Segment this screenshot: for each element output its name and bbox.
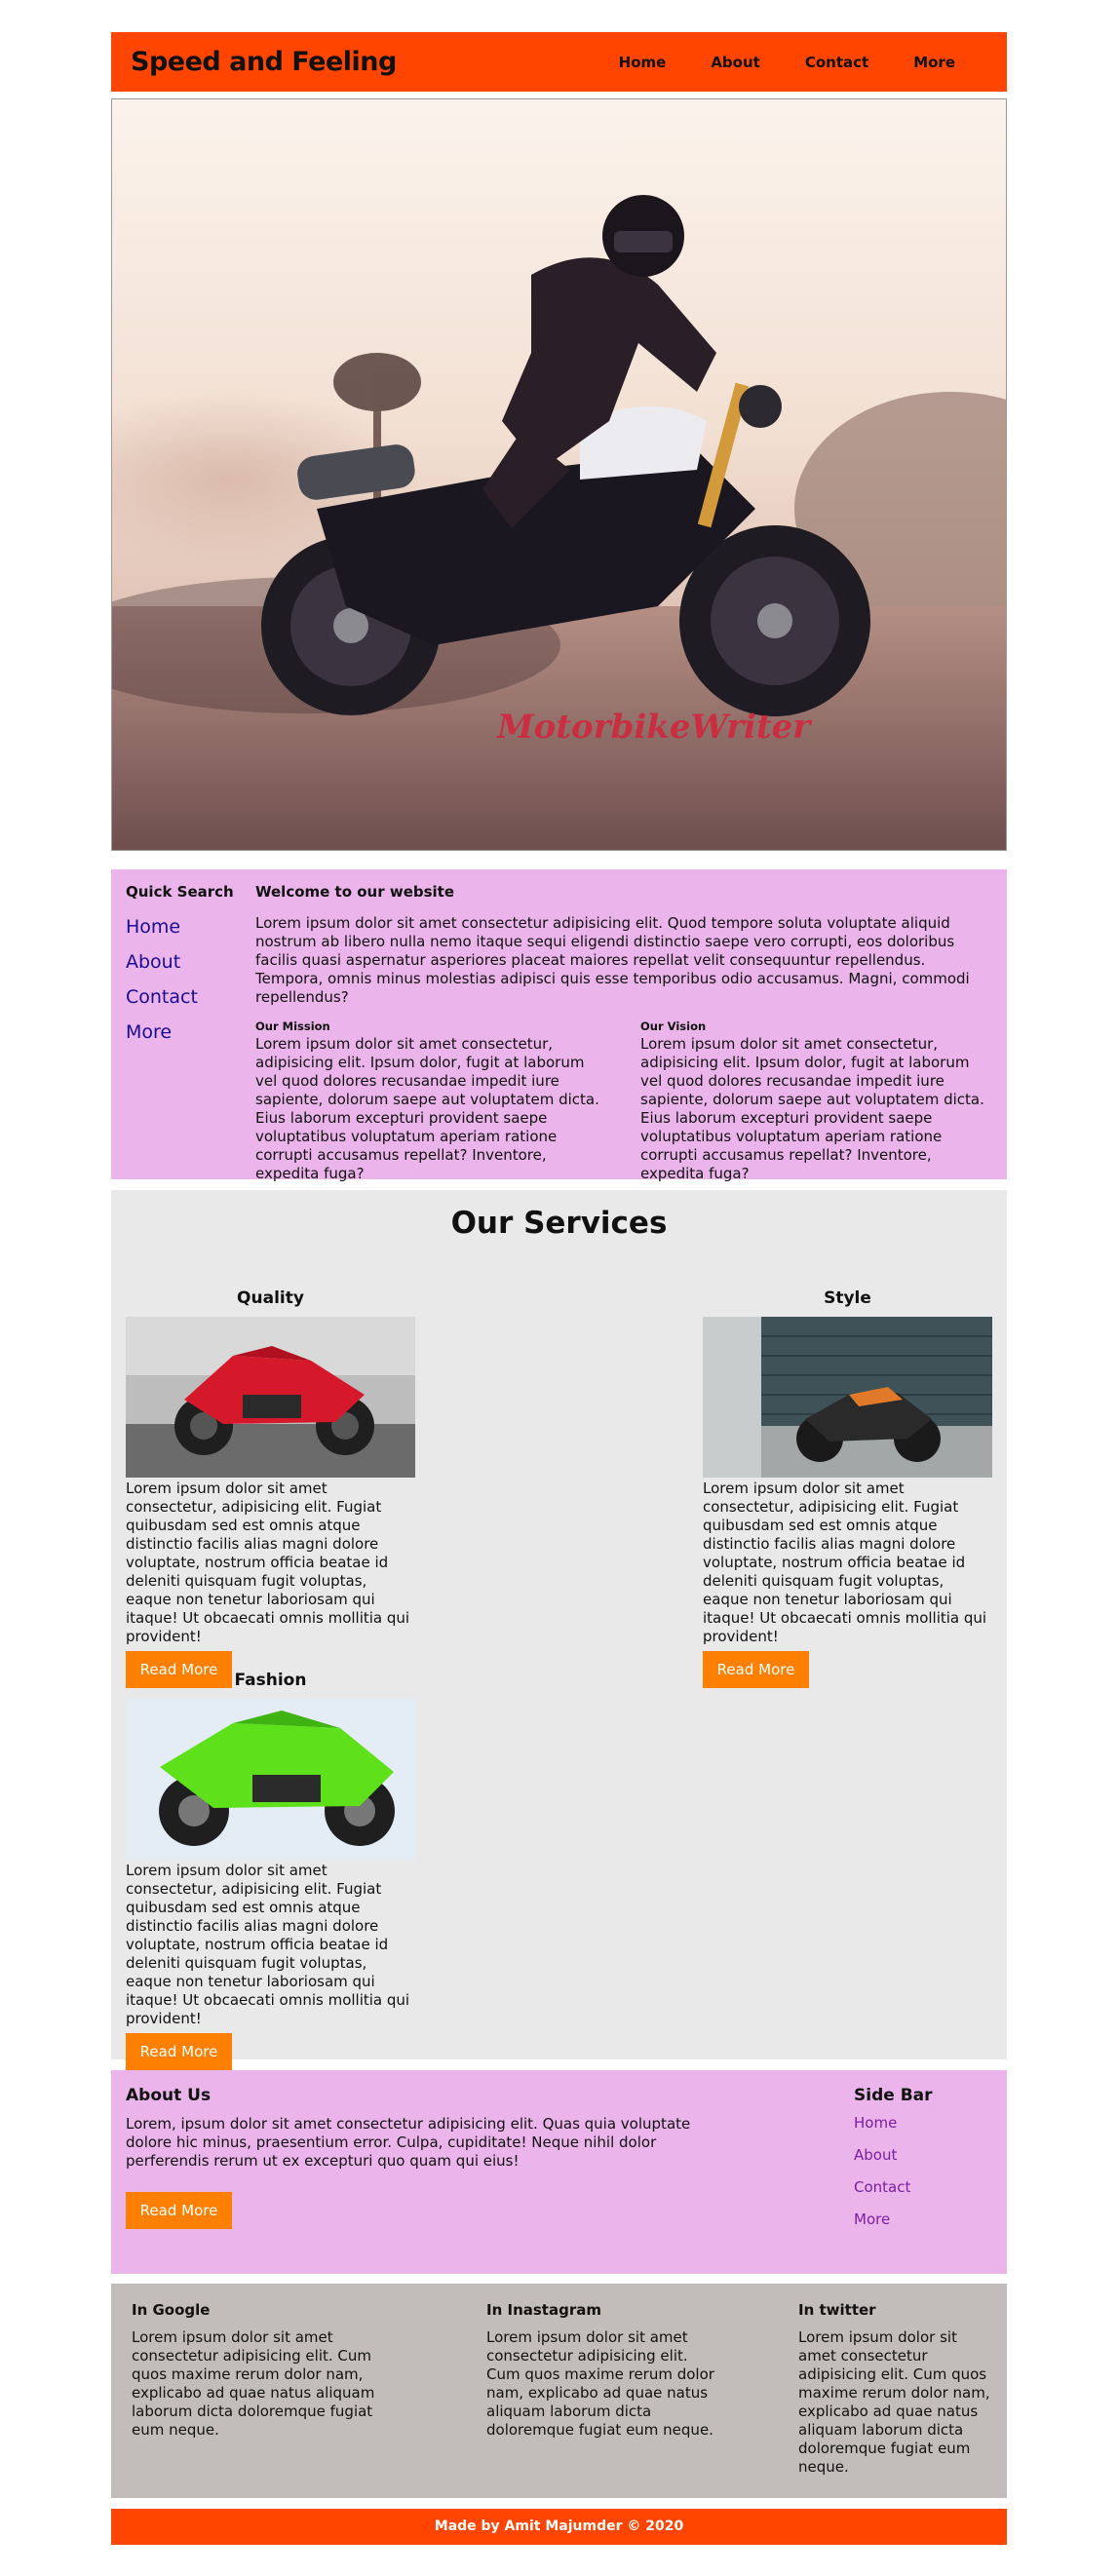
quick-link-contact[interactable]: Contact bbox=[126, 986, 198, 1021]
sidebar-link-contact[interactable]: Contact bbox=[854, 2178, 910, 2211]
about-text: Lorem, ipsum dolor sit amet consectetur … bbox=[126, 2115, 691, 2170]
nav-more[interactable]: More bbox=[891, 54, 978, 71]
nav-about[interactable]: About bbox=[688, 54, 783, 71]
quick-link-about[interactable]: About bbox=[126, 951, 198, 986]
social-text: Lorem ipsum dolor sit amet consectetur a… bbox=[798, 2328, 990, 2476]
about-read-more-button[interactable]: Read More bbox=[126, 2192, 232, 2229]
about-section: About Us Lorem, ipsum dolor sit amet con… bbox=[111, 2070, 1007, 2274]
watermark-text: MotorbikeWriter bbox=[496, 708, 812, 747]
sidebar-link-about[interactable]: About bbox=[854, 2146, 910, 2178]
card-text: Lorem ipsum dolor sit amet consectetur, … bbox=[703, 1480, 987, 1645]
motorcycle-rider-illustration: MotorbikeWriter bbox=[112, 99, 1006, 850]
quick-search-title: Quick Search bbox=[126, 883, 234, 901]
vision-title: Our Vision bbox=[640, 1019, 707, 1033]
card-text: Lorem ipsum dolor sit amet consectetur, … bbox=[126, 1480, 410, 1645]
welcome-text: Lorem ipsum dolor sit amet consectetur a… bbox=[255, 914, 970, 1006]
service-card-quality: Quality Lorem ipsum dolor sit amet conse… bbox=[126, 1288, 415, 1698]
read-more-button[interactable]: Read More bbox=[703, 1651, 809, 1688]
social-title: In Inastagram bbox=[486, 2301, 601, 2319]
red-motorcycle-image bbox=[126, 1317, 415, 1478]
about-title: About Us bbox=[126, 2086, 212, 2105]
social-twitter: In twitter Lorem ipsum dolor sit amet co… bbox=[798, 2301, 993, 2477]
site-header: Speed and Feeling Home About Contact Mor… bbox=[111, 32, 1007, 92]
card-text: Lorem ipsum dolor sit amet consectetur, … bbox=[126, 1862, 410, 2027]
social-text: Lorem ipsum dolor sit amet consectetur a… bbox=[486, 2328, 714, 2439]
service-card-fashion: Fashion Lorem ipsum dolor sit amet conse… bbox=[126, 1671, 415, 2080]
main-nav: Home About Contact More bbox=[597, 54, 978, 71]
green-motorcycle-image bbox=[126, 1699, 415, 1860]
quick-link-home[interactable]: Home bbox=[126, 916, 198, 951]
read-more-button[interactable]: Read More bbox=[126, 2033, 232, 2070]
dark-motorcycle-image bbox=[703, 1317, 992, 1478]
social-title: In Google bbox=[132, 2301, 211, 2319]
social-footer: In Google Lorem ipsum dolor sit amet con… bbox=[111, 2284, 1007, 2498]
mission-title: Our Mission bbox=[255, 1019, 330, 1033]
vision-block: Our Vision Lorem ipsum dolor sit amet co… bbox=[640, 1019, 986, 1183]
nav-contact[interactable]: Contact bbox=[783, 54, 891, 71]
mission-text: Lorem ipsum dolor sit amet consectetur, … bbox=[255, 1035, 599, 1182]
welcome-section: Quick Search Home About Contact More Wel… bbox=[111, 869, 1007, 1182]
card-title: Fashion bbox=[234, 1671, 307, 1690]
quick-search-links: Home About Contact More bbox=[126, 916, 198, 1057]
sidebar-link-more[interactable]: More bbox=[854, 2211, 910, 2243]
welcome-main: Welcome to our website Lorem ipsum dolor… bbox=[255, 883, 986, 1007]
social-title: In twitter bbox=[798, 2301, 876, 2319]
welcome-title: Welcome to our website bbox=[255, 883, 455, 901]
sidebar-link-home[interactable]: Home bbox=[854, 2114, 910, 2146]
mission-block: Our Mission Lorem ipsum dolor sit amet c… bbox=[255, 1019, 601, 1183]
vision-text: Lorem ipsum dolor sit amet consectetur, … bbox=[640, 1035, 984, 1182]
social-text: Lorem ipsum dolor sit amet consectetur a… bbox=[132, 2328, 375, 2439]
social-google: In Google Lorem ipsum dolor sit amet con… bbox=[132, 2301, 385, 2440]
card-title: Style bbox=[824, 1288, 871, 1308]
service-card-style: Style Lorem ipsum dolor sit amet consect… bbox=[703, 1288, 992, 1698]
site-title: Speed and Feeling bbox=[131, 47, 397, 77]
hero-image: MotorbikeWriter bbox=[111, 98, 1007, 851]
sidebar-links: Home About Contact More bbox=[854, 2114, 910, 2243]
quick-link-more[interactable]: More bbox=[126, 1021, 198, 1057]
services-title: Our Services bbox=[450, 1206, 668, 1241]
card-title: Quality bbox=[237, 1288, 304, 1308]
services-section: Our Services Quality Lorem ipsum dolor s… bbox=[111, 1190, 1007, 2070]
mission-vision: Our Mission Lorem ipsum dolor sit amet c… bbox=[255, 1019, 986, 1183]
social-instagram: In Inastagram Lorem ipsum dolor sit amet… bbox=[486, 2301, 725, 2440]
nav-home[interactable]: Home bbox=[597, 54, 689, 71]
footer-credit: Made by Amit Majumder © 2020 bbox=[111, 2509, 1007, 2545]
sidebar-title: Side Bar bbox=[854, 2086, 933, 2105]
